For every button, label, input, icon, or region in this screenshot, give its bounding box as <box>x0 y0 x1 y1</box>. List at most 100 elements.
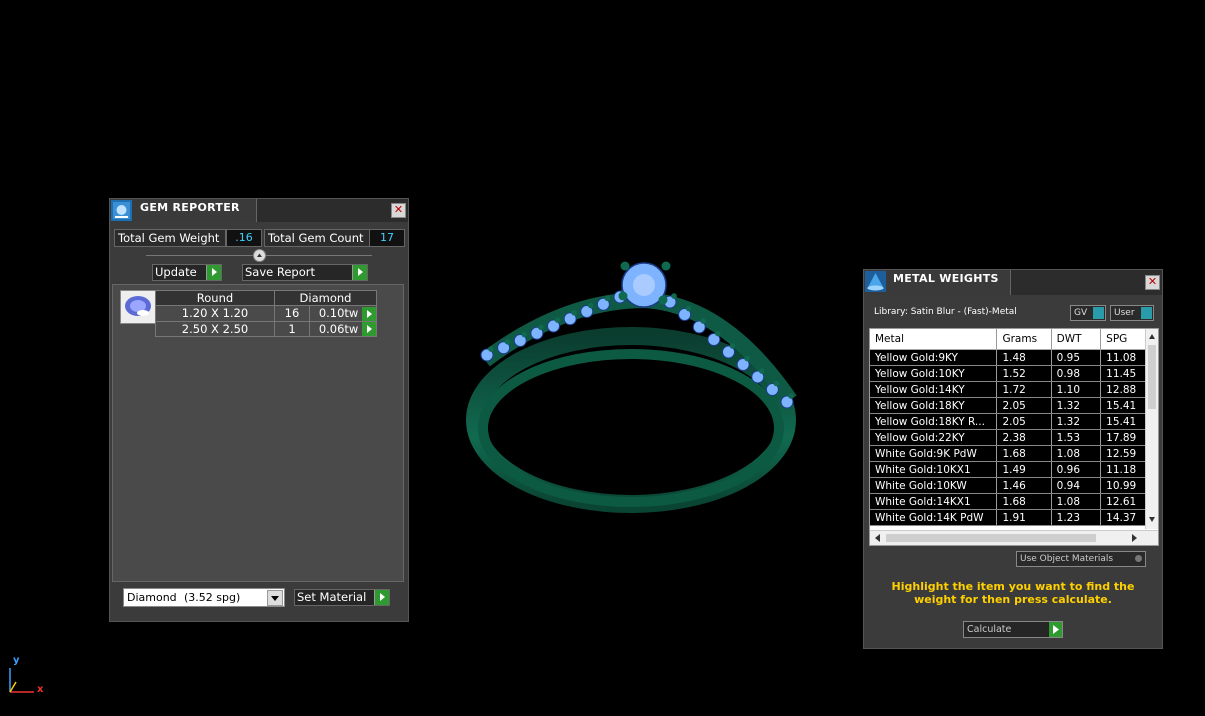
metal-cell-spg: 11.18 <box>1100 461 1146 478</box>
table-row[interactable]: White Gold:14KX1 1.68 1.08 12.61 <box>870 493 1146 510</box>
table-row[interactable]: Yellow Gold:9KY 1.48 0.95 11.08 <box>870 349 1146 366</box>
metal-cell-spg: 11.08 <box>1100 349 1146 366</box>
user-toggle-label: User <box>1114 308 1135 318</box>
save-report-button-label: Save Report <box>245 265 316 279</box>
close-icon[interactable]: ✕ <box>1145 275 1160 290</box>
metal-cell-dwt: 0.95 <box>1051 349 1102 366</box>
total-gem-count-label: Total Gem Count <box>264 229 370 247</box>
metal-table: Metal Grams DWT SPG Yellow Gold:9KY 1.48 0… <box>870 329 1146 526</box>
update-button-label: Update <box>155 265 197 279</box>
metal-weights-titlebar[interactable]: METAL WEIGHTS ✕ <box>864 270 1162 295</box>
metal-cell-dwt: 0.98 <box>1051 365 1102 382</box>
metal-cell-grams: 2.38 <box>996 429 1052 446</box>
metal-cell-grams: 1.68 <box>996 445 1052 462</box>
prong-bead <box>604 295 611 302</box>
column-header-metal[interactable]: Metal <box>870 329 998 350</box>
gem-reporter-logo-icon <box>111 200 132 221</box>
table-row[interactable]: White Gold:10KX1 1.49 0.96 11.18 <box>870 461 1146 478</box>
metal-cell-spg: 15.41 <box>1100 413 1146 430</box>
prong-bead <box>700 318 707 324</box>
table-row[interactable]: Yellow Gold:10KY 1.52 0.98 11.45 <box>870 365 1146 382</box>
prong-bead <box>788 393 794 399</box>
metal-cell-dwt: 1.23 <box>1051 509 1102 526</box>
material-select[interactable]: Diamond (3.52 spg) <box>123 588 285 607</box>
user-toggle[interactable]: User <box>1110 305 1154 321</box>
close-icon[interactable]: ✕ <box>391 203 406 218</box>
set-material-button[interactable]: Set Material <box>294 589 390 606</box>
prong-bead <box>521 331 528 338</box>
material-select-name: Diamond <box>127 591 177 604</box>
metal-cell-grams: 1.72 <box>996 381 1052 398</box>
table-row[interactable]: Yellow Gold:18KY R... 2.05 1.32 15.41 <box>870 413 1146 430</box>
table-row[interactable]: White Gold:14K PdW 1.91 1.23 14.37 <box>870 509 1146 526</box>
calculate-button[interactable]: Calculate <box>963 621 1063 638</box>
metal-table-container[interactable]: Metal Grams DWT SPG Yellow Gold:9KY 1.48 0… <box>869 328 1159 546</box>
column-header-spg[interactable]: SPG <box>1100 329 1146 350</box>
horizontal-scrollbar[interactable] <box>870 530 1158 545</box>
gem-table: Round Diamond 1.20 X 1.20 16 0.10tw 2.50… <box>155 290 377 337</box>
gem-count-cell: 1 <box>274 320 310 337</box>
metal-cell-metal: White Gold:9K PdW <box>870 445 998 462</box>
metal-cell-metal: Yellow Gold:22KY <box>870 429 998 446</box>
metal-cell-spg: 11.45 <box>1100 365 1146 382</box>
metal-cell-dwt: 1.08 <box>1051 493 1102 510</box>
table-row[interactable]: Yellow Gold:14KY 1.72 1.10 12.88 <box>870 381 1146 398</box>
update-button[interactable]: Update <box>152 264 222 281</box>
table-row[interactable]: Yellow Gold:22KY 2.38 1.53 17.89 <box>870 429 1146 446</box>
metal-table-header: Metal Grams DWT SPG <box>870 329 1146 350</box>
set-material-button-label: Set Material <box>297 590 367 604</box>
metal-weights-title: METAL WEIGHTS <box>893 272 999 285</box>
gem-count-cell: 16 <box>274 305 310 322</box>
play-arrow-icon[interactable] <box>362 306 376 321</box>
metal-cell-dwt: 0.94 <box>1051 477 1102 494</box>
calculate-button-label: Calculate <box>967 624 1012 635</box>
column-header-dwt[interactable]: DWT <box>1051 329 1102 350</box>
metal-cell-metal: White Gold:10KX1 <box>870 461 998 478</box>
metal-cell-grams: 1.48 <box>996 349 1052 366</box>
gem-type-header: Diamond <box>274 290 377 306</box>
gem-reporter-title: GEM REPORTER <box>140 201 240 214</box>
metal-cell-spg: 10.99 <box>1100 477 1146 494</box>
prong-bead <box>571 309 577 316</box>
save-report-button[interactable]: Save Report <box>242 264 368 281</box>
table-row[interactable]: White Gold:9K PdW 1.68 1.08 12.59 <box>870 445 1146 462</box>
library-label: Library: Satin Blur - (Fast)-Metal <box>874 307 1017 317</box>
use-object-materials-toggle[interactable]: Use Object Materials <box>1016 551 1146 567</box>
dropdown-arrow-icon[interactable] <box>267 590 283 606</box>
metal-cell-metal: White Gold:10KW <box>870 477 998 494</box>
vertical-scrollbar[interactable] <box>1145 329 1158 529</box>
material-select-spg: (3.52 spg) <box>184 591 241 604</box>
metal-cell-spg: 15.41 <box>1100 397 1146 414</box>
prong-bead <box>587 302 594 309</box>
metal-cell-spg: 17.89 <box>1100 429 1146 446</box>
metal-cell-dwt: 1.32 <box>1051 413 1102 430</box>
gem-size-cell: 2.50 X 2.50 <box>155 320 275 337</box>
table-row[interactable]: 1.20 X 1.20 16 0.10tw <box>155 305 377 322</box>
play-arrow-icon <box>352 265 367 280</box>
metal-cell-metal: Yellow Gold:9KY <box>870 349 998 366</box>
prong-bead <box>504 338 511 345</box>
table-row[interactable]: Yellow Gold:18KY 2.05 1.32 15.41 <box>870 397 1146 414</box>
round-gem-thumbnail-icon <box>120 290 156 324</box>
total-gem-weight-label: Total Gem Weight <box>114 229 226 247</box>
metal-cell-dwt: 0.96 <box>1051 461 1102 478</box>
ring-3d-viewport[interactable] <box>465 250 805 520</box>
metal-cell-metal: Yellow Gold:10KY <box>870 365 998 382</box>
play-arrow-icon <box>206 265 221 280</box>
total-gem-count-value: 17 <box>369 229 405 247</box>
prong-bead <box>488 346 494 352</box>
collapse-icon[interactable] <box>253 249 266 262</box>
gv-toggle[interactable]: GV <box>1070 305 1106 321</box>
play-arrow-icon[interactable] <box>362 322 376 336</box>
column-header-grams[interactable]: Grams <box>996 329 1052 350</box>
toggle-indicator-icon <box>1141 307 1152 319</box>
metal-cell-metal: Yellow Gold:14KY <box>870 381 998 398</box>
play-arrow-icon <box>374 590 389 605</box>
gem-reporter-titlebar[interactable]: GEM REPORTER ✕ <box>110 199 408 222</box>
table-row[interactable]: 2.50 X 2.50 1 0.06tw <box>155 320 377 337</box>
gem-shape-header: Round <box>155 290 275 306</box>
metal-cell-spg: 12.61 <box>1100 493 1146 510</box>
table-row[interactable]: White Gold:10KW 1.46 0.94 10.99 <box>870 477 1146 494</box>
prong-bead <box>773 380 780 387</box>
metal-cell-grams: 2.05 <box>996 413 1052 430</box>
